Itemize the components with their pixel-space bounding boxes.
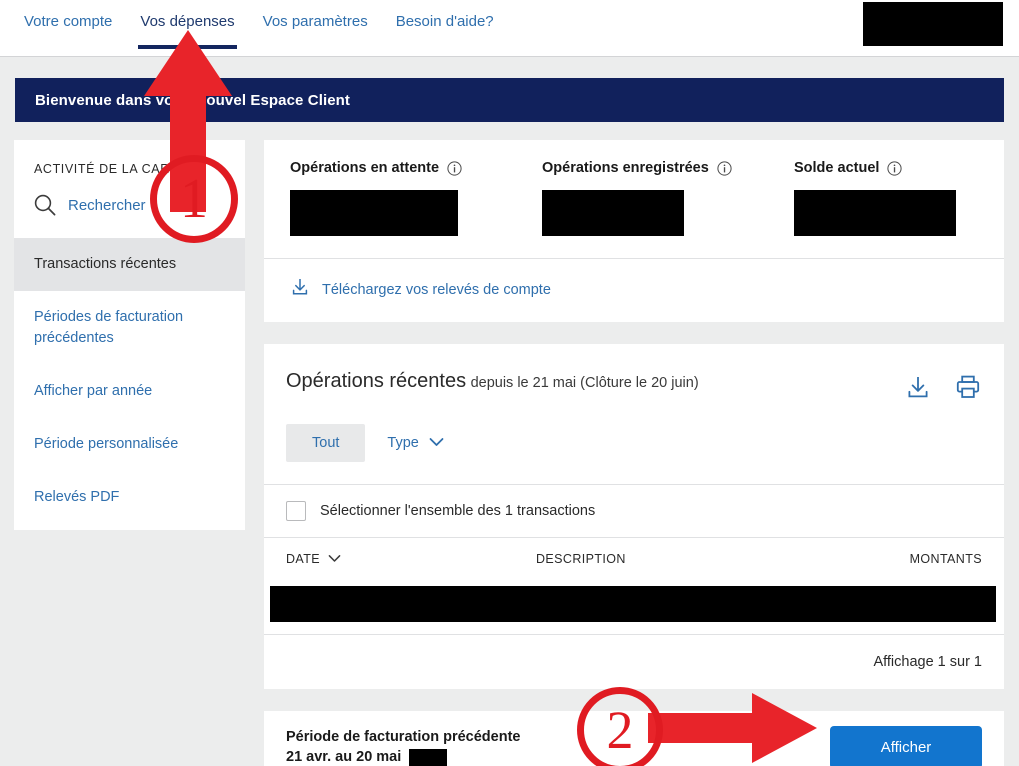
sidebar-item-releves-pdf[interactable]: Relevés PDF — [14, 471, 245, 524]
welcome-banner: Bienvenue dans votre nouvel Espace Clien… — [15, 78, 1004, 122]
summary-card-header: Solde actuel — [794, 160, 1004, 176]
print-icon[interactable] — [954, 373, 982, 406]
filter-type-label: Type — [387, 435, 419, 451]
sidebar-item-list: Transactions récentes Périodes de factur… — [14, 238, 245, 524]
operations-subtitle: depuis le 21 mai (Clôture le 20 juin) — [470, 375, 699, 391]
sidebar-item-afficher-par-annee[interactable]: Afficher par année — [14, 365, 245, 418]
operations-actions — [904, 370, 982, 406]
annotation-marker-2: 2 — [577, 687, 663, 766]
top-navigation: Votre compte Vos dépenses Vos paramètres… — [0, 0, 1019, 57]
summary-card-pending: Opérations en attente — [264, 160, 516, 236]
operations-title-group: Opérations récentes depuis le 21 mai (Cl… — [286, 370, 904, 393]
previous-period-text: Période de facturation précédente 21 avr… — [286, 729, 830, 766]
column-header-date[interactable]: DATE — [286, 552, 536, 566]
summary-card-balance: Solde actuel — [768, 160, 1004, 236]
summary-row: Opérations en attente Opérations enregis… — [264, 140, 1004, 236]
search-icon — [32, 192, 58, 218]
nav-item-vos-depenses[interactable]: Vos dépenses — [126, 0, 248, 57]
download-statements-label: Téléchargez vos relevés de compte — [322, 281, 551, 298]
recent-operations-card: Opérations récentes depuis le 21 mai (Cl… — [264, 344, 1004, 689]
welcome-banner-text: Bienvenue dans votre nouvel Espace Clien… — [35, 91, 351, 109]
nav-item-list: Votre compte Vos dépenses Vos paramètres… — [10, 0, 508, 57]
nav-item-votre-compte[interactable]: Votre compte — [10, 0, 126, 57]
select-all-row: Sélectionner l'ensemble des 1 transactio… — [264, 484, 1004, 537]
previous-period-range-row: 21 avr. au 20 mai — [286, 748, 830, 766]
summary-value-redaction — [290, 190, 458, 236]
nav-item-label: Vos dépenses — [140, 13, 235, 30]
main-content: Opérations en attente Opérations enregis… — [264, 140, 1004, 766]
download-icon — [290, 277, 310, 302]
table-row[interactable] — [270, 586, 996, 622]
download-statements-link[interactable]: Téléchargez vos relevés de compte — [264, 259, 1004, 322]
sidebar-item-periode-personnalisee[interactable]: Période personnalisée — [14, 418, 245, 471]
summary-card-header: Opérations en attente — [290, 160, 516, 176]
summary-card-header: Opérations enregistrées — [542, 160, 768, 176]
info-icon[interactable] — [717, 160, 732, 176]
account-summary-card: Opérations en attente Opérations enregis… — [264, 140, 1004, 322]
nav-item-label: Vos paramètres — [262, 13, 368, 30]
chevron-down-icon — [429, 435, 444, 451]
summary-card-label: Solde actuel — [794, 160, 880, 176]
sidebar-search-label: Rechercher — [68, 196, 146, 214]
summary-card-posted: Opérations enregistrées — [516, 160, 768, 236]
account-info-redaction — [863, 2, 1003, 46]
nav-item-label: Votre compte — [24, 13, 113, 30]
operations-filter-row: Tout Type — [264, 406, 1004, 484]
sidebar-item-periodes-facturation-precedentes[interactable]: Périodes de facturation précédentes — [14, 291, 245, 365]
summary-card-label: Opérations enregistrées — [542, 160, 709, 176]
previous-period-title: Période de facturation précédente — [286, 728, 521, 745]
sidebar-item-label: Afficher par année — [34, 383, 153, 400]
sidebar-item-label: Périodes de facturation précédentes — [34, 309, 184, 347]
operations-title: Opérations récentes — [286, 370, 467, 392]
select-all-checkbox[interactable] — [286, 501, 306, 521]
pagination-label: Affichage 1 sur 1 — [264, 634, 1004, 689]
filter-all-button[interactable]: Tout — [286, 424, 366, 462]
sidebar-item-label: Relevés PDF — [34, 489, 120, 506]
column-header-description: DESCRIPTION — [536, 552, 626, 566]
filter-type-dropdown[interactable]: Type — [387, 435, 444, 451]
previous-period-year-redaction — [409, 748, 448, 766]
info-icon[interactable] — [447, 160, 462, 176]
select-all-label: Sélectionner l'ensemble des 1 transactio… — [320, 503, 596, 519]
annotation-marker-label: 1 — [180, 168, 208, 230]
sidebar-item-label: Période personnalisée — [34, 436, 179, 453]
download-icon[interactable] — [904, 373, 932, 406]
nav-item-vos-parametres[interactable]: Vos paramètres — [249, 0, 382, 57]
previous-period-range: 21 avr. au 20 mai — [286, 749, 402, 765]
operations-header: Opérations récentes depuis le 21 mai (Cl… — [264, 344, 1004, 406]
chevron-down-icon — [328, 552, 341, 566]
annotation-marker-1: 1 — [150, 155, 238, 243]
nav-item-label: Besoin d'aide? — [395, 13, 494, 30]
summary-value-redaction — [794, 190, 956, 236]
annotation-marker-label: 2 — [606, 700, 634, 760]
sidebar-item-label: Transactions récentes — [34, 256, 177, 272]
column-header-amounts: MONTANTS — [909, 552, 982, 566]
page-root: Votre compte Vos dépenses Vos paramètres… — [0, 0, 1019, 766]
nav-item-besoin-daide[interactable]: Besoin d'aide? — [382, 0, 508, 57]
afficher-button[interactable]: Afficher — [830, 725, 982, 766]
summary-card-label: Opérations en attente — [290, 160, 440, 176]
summary-value-redaction — [542, 190, 684, 236]
info-icon[interactable] — [887, 160, 903, 176]
transactions-table-header: DATE DESCRIPTION MONTANTS — [264, 537, 1004, 580]
sidebar-item-transactions-recentes[interactable]: Transactions récentes — [14, 238, 245, 292]
column-header-date-label: DATE — [286, 552, 321, 566]
